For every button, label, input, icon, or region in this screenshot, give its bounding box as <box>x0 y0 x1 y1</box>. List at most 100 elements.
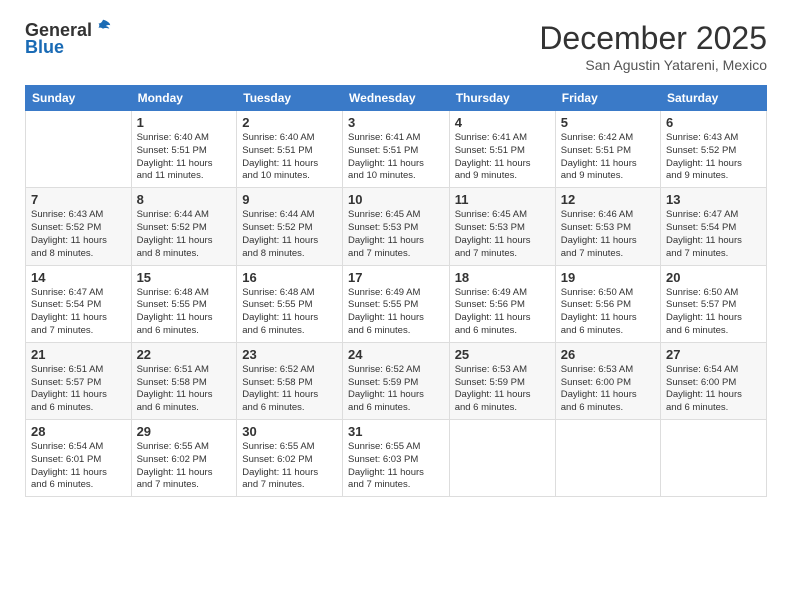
calendar-cell: 11 Sunrise: 6:45 AMSunset: 5:53 PMDayligh… <box>449 188 555 265</box>
day-info: Sunrise: 6:55 AMSunset: 6:02 PMDaylight:… <box>137 441 232 492</box>
day-info: Sunrise: 6:53 AMSunset: 6:00 PMDaylight:… <box>561 364 655 415</box>
day-info: Sunrise: 6:45 AMSunset: 5:53 PMDaylight:… <box>348 209 444 260</box>
calendar-cell: 15 Sunrise: 6:48 AMSunset: 5:55 PMDayligh… <box>131 265 237 342</box>
day-info: Sunrise: 6:47 AMSunset: 5:54 PMDaylight:… <box>31 287 126 338</box>
calendar-cell: 12 Sunrise: 6:46 AMSunset: 5:53 PMDayligh… <box>555 188 660 265</box>
calendar-week-3: 14 Sunrise: 6:47 AMSunset: 5:54 PMDayligh… <box>26 265 767 342</box>
day-number: 7 <box>31 192 126 207</box>
calendar-cell: 4 Sunrise: 6:41 AMSunset: 5:51 PMDaylight… <box>449 111 555 188</box>
calendar-cell: 6 Sunrise: 6:43 AMSunset: 5:52 PMDaylight… <box>661 111 767 188</box>
day-info: Sunrise: 6:47 AMSunset: 5:54 PMDaylight:… <box>666 209 761 260</box>
calendar-cell: 25 Sunrise: 6:53 AMSunset: 5:59 PMDayligh… <box>449 342 555 419</box>
calendar-cell <box>449 420 555 497</box>
title-section: December 2025 San Agustin Yatareni, Mexi… <box>539 20 767 73</box>
day-number: 21 <box>31 347 126 362</box>
calendar-cell: 24Sunrise: 6:52 AMSunset: 5:59 PMDayligh… <box>343 342 450 419</box>
day-info: Sunrise: 6:45 AMSunset: 5:53 PMDaylight:… <box>455 209 550 260</box>
day-number: 3 <box>348 115 444 130</box>
calendar-cell: 2 Sunrise: 6:40 AMSunset: 5:51 PMDaylight… <box>237 111 343 188</box>
calendar-cell: 8Sunrise: 6:44 AMSunset: 5:52 PMDaylight… <box>131 188 237 265</box>
calendar-week-4: 21 Sunrise: 6:51 AMSunset: 5:57 PMDayligh… <box>26 342 767 419</box>
day-number: 29 <box>137 424 232 439</box>
day-info: Sunrise: 6:40 AMSunset: 5:51 PMDaylight:… <box>242 132 337 183</box>
month-title: December 2025 <box>539 20 767 57</box>
day-info: Sunrise: 6:50 AMSunset: 5:57 PMDaylight:… <box>666 287 761 338</box>
day-number: 14 <box>31 270 126 285</box>
calendar-table: SundayMondayTuesdayWednesdayThursdayFrid… <box>25 85 767 497</box>
day-number: 2 <box>242 115 337 130</box>
logo: General Blue <box>25 20 112 58</box>
day-number: 23 <box>242 347 337 362</box>
day-info: Sunrise: 6:55 AMSunset: 6:02 PMDaylight:… <box>242 441 337 492</box>
calendar-cell: 7 Sunrise: 6:43 AMSunset: 5:52 PMDaylight… <box>26 188 132 265</box>
day-info: Sunrise: 6:54 AMSunset: 6:01 PMDaylight:… <box>31 441 126 492</box>
weekday-header-thursday: Thursday <box>449 86 555 111</box>
weekday-header-tuesday: Tuesday <box>237 86 343 111</box>
day-info: Sunrise: 6:49 AMSunset: 5:55 PMDaylight:… <box>348 287 444 338</box>
day-number: 20 <box>666 270 761 285</box>
day-number: 24 <box>348 347 444 362</box>
day-info: Sunrise: 6:46 AMSunset: 5:53 PMDaylight:… <box>561 209 655 260</box>
day-number: 19 <box>561 270 655 285</box>
day-info: Sunrise: 6:41 AMSunset: 5:51 PMDaylight:… <box>455 132 550 183</box>
calendar-week-1: 1 Sunrise: 6:40 AMSunset: 5:51 PMDaylight… <box>26 111 767 188</box>
day-info: Sunrise: 6:44 AMSunset: 5:52 PMDaylight:… <box>137 209 232 260</box>
day-info: Sunrise: 6:49 AMSunset: 5:56 PMDaylight:… <box>455 287 550 338</box>
day-number: 31 <box>348 424 444 439</box>
day-info: Sunrise: 6:48 AMSunset: 5:55 PMDaylight:… <box>137 287 232 338</box>
weekday-header-wednesday: Wednesday <box>343 86 450 111</box>
day-info: Sunrise: 6:43 AMSunset: 5:52 PMDaylight:… <box>31 209 126 260</box>
calendar-week-2: 7 Sunrise: 6:43 AMSunset: 5:52 PMDaylight… <box>26 188 767 265</box>
day-number: 4 <box>455 115 550 130</box>
day-number: 28 <box>31 424 126 439</box>
day-number: 15 <box>137 270 232 285</box>
calendar-cell: 28 Sunrise: 6:54 AMSunset: 6:01 PMDayligh… <box>26 420 132 497</box>
calendar-week-5: 28 Sunrise: 6:54 AMSunset: 6:01 PMDayligh… <box>26 420 767 497</box>
day-info: Sunrise: 6:55 AMSunset: 6:03 PMDaylight:… <box>348 441 444 492</box>
logo-bird-icon <box>94 18 112 36</box>
day-info: Sunrise: 6:44 AMSunset: 5:52 PMDaylight:… <box>242 209 337 260</box>
day-info: Sunrise: 6:42 AMSunset: 5:51 PMDaylight:… <box>561 132 655 183</box>
day-info: Sunrise: 6:48 AMSunset: 5:55 PMDaylight:… <box>242 287 337 338</box>
day-number: 13 <box>666 192 761 207</box>
day-info: Sunrise: 6:53 AMSunset: 5:59 PMDaylight:… <box>455 364 550 415</box>
calendar-cell <box>661 420 767 497</box>
day-info: Sunrise: 6:41 AMSunset: 5:51 PMDaylight:… <box>348 132 444 183</box>
calendar-cell: 31 Sunrise: 6:55 AMSunset: 6:03 PMDayligh… <box>343 420 450 497</box>
calendar-cell: 3 Sunrise: 6:41 AMSunset: 5:51 PMDaylight… <box>343 111 450 188</box>
calendar-cell: 20 Sunrise: 6:50 AMSunset: 5:57 PMDayligh… <box>661 265 767 342</box>
calendar-cell: 14 Sunrise: 6:47 AMSunset: 5:54 PMDayligh… <box>26 265 132 342</box>
day-info: Sunrise: 6:50 AMSunset: 5:56 PMDaylight:… <box>561 287 655 338</box>
header: General Blue December 2025 San Agustin Y… <box>25 20 767 73</box>
calendar-cell: 16Sunrise: 6:48 AMSunset: 5:55 PMDayligh… <box>237 265 343 342</box>
calendar-cell: 26 Sunrise: 6:53 AMSunset: 6:00 PMDayligh… <box>555 342 660 419</box>
calendar-cell: 1Sunrise: 6:40 AMSunset: 5:51 PMDaylight… <box>131 111 237 188</box>
page: General Blue December 2025 San Agustin Y… <box>0 0 792 612</box>
calendar-cell: 13 Sunrise: 6:47 AMSunset: 5:54 PMDayligh… <box>661 188 767 265</box>
day-number: 26 <box>561 347 655 362</box>
calendar-header-row: SundayMondayTuesdayWednesdayThursdayFrid… <box>26 86 767 111</box>
day-info: Sunrise: 6:54 AMSunset: 6:00 PMDaylight:… <box>666 364 761 415</box>
day-number: 10 <box>348 192 444 207</box>
day-number: 27 <box>666 347 761 362</box>
day-number: 30 <box>242 424 337 439</box>
calendar-cell: 19 Sunrise: 6:50 AMSunset: 5:56 PMDayligh… <box>555 265 660 342</box>
day-number: 1 <box>137 115 232 130</box>
day-number: 18 <box>455 270 550 285</box>
day-number: 5 <box>561 115 655 130</box>
day-number: 12 <box>561 192 655 207</box>
day-number: 11 <box>455 192 550 207</box>
day-number: 25 <box>455 347 550 362</box>
calendar-cell: 22Sunrise: 6:51 AMSunset: 5:58 PMDayligh… <box>131 342 237 419</box>
weekday-header-sunday: Sunday <box>26 86 132 111</box>
calendar-cell: 10 Sunrise: 6:45 AMSunset: 5:53 PMDayligh… <box>343 188 450 265</box>
day-info: Sunrise: 6:43 AMSunset: 5:52 PMDaylight:… <box>666 132 761 183</box>
day-number: 6 <box>666 115 761 130</box>
calendar-cell: 23Sunrise: 6:52 AMSunset: 5:58 PMDayligh… <box>237 342 343 419</box>
calendar-cell: 5 Sunrise: 6:42 AMSunset: 5:51 PMDaylight… <box>555 111 660 188</box>
location: San Agustin Yatareni, Mexico <box>539 57 767 73</box>
day-info: Sunrise: 6:51 AMSunset: 5:58 PMDaylight:… <box>137 364 232 415</box>
calendar-cell <box>26 111 132 188</box>
day-info: Sunrise: 6:51 AMSunset: 5:57 PMDaylight:… <box>31 364 126 415</box>
calendar-cell: 18 Sunrise: 6:49 AMSunset: 5:56 PMDayligh… <box>449 265 555 342</box>
